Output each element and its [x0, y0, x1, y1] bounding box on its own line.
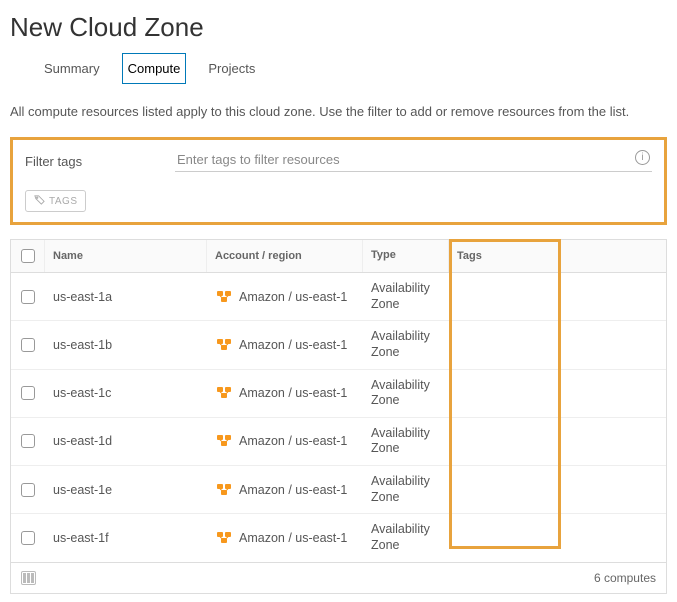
aws-icon: [215, 338, 233, 352]
cell-tags: [449, 466, 559, 513]
cell-type: Availability Zone: [363, 514, 449, 561]
tags-button[interactable]: TAGS: [25, 190, 86, 212]
tabs: Summary Compute Projects: [8, 57, 669, 80]
cell-name: us-east-1b: [45, 321, 207, 368]
cell-account: Amazon / us-east-1: [239, 483, 347, 497]
info-icon[interactable]: i: [635, 150, 650, 165]
cell-tags: [449, 273, 559, 320]
table-row[interactable]: us-east-1a Amazon / us-east-1 Availability…: [11, 273, 666, 321]
table-header: Name Account / region Type Tags: [11, 240, 666, 273]
cell-type: Availability Zone: [363, 466, 449, 513]
cell-account: Amazon / us-east-1: [239, 338, 347, 352]
column-header-tags[interactable]: Tags: [449, 240, 559, 272]
aws-icon: [215, 434, 233, 448]
aws-icon: [215, 531, 233, 545]
table-row[interactable]: us-east-1f Amazon / us-east-1 Availability…: [11, 514, 666, 562]
tab-summary[interactable]: Summary: [42, 57, 102, 80]
filter-panel: Filter tags i TAGS: [10, 137, 667, 225]
row-checkbox[interactable]: [21, 386, 35, 400]
cell-name: us-east-1e: [45, 466, 207, 513]
filter-tags-input[interactable]: [175, 150, 652, 171]
row-checkbox[interactable]: [21, 434, 35, 448]
aws-icon: [215, 386, 233, 400]
cell-type: Availability Zone: [363, 418, 449, 465]
description-text: All compute resources listed apply to th…: [10, 104, 669, 119]
cell-name: us-east-1c: [45, 370, 207, 417]
cell-account: Amazon / us-east-1: [239, 434, 347, 448]
cell-tags: [449, 370, 559, 417]
filter-label: Filter tags: [25, 154, 175, 169]
footer-count: 6 computes: [594, 571, 656, 585]
aws-icon: [215, 290, 233, 304]
row-checkbox[interactable]: [21, 290, 35, 304]
cell-type: Availability Zone: [363, 273, 449, 320]
tab-projects[interactable]: Projects: [206, 57, 257, 80]
table-footer: 6 computes: [11, 563, 666, 593]
cell-tags: [449, 514, 559, 561]
cell-type: Availability Zone: [363, 321, 449, 368]
column-header-account[interactable]: Account / region: [207, 240, 363, 272]
select-all-checkbox[interactable]: [21, 249, 35, 263]
tags-button-label: TAGS: [49, 196, 77, 207]
compute-table: Name Account / region Type Tags us-east-…: [10, 239, 667, 594]
column-header-name[interactable]: Name: [45, 240, 207, 272]
row-checkbox[interactable]: [21, 531, 35, 545]
cell-account: Amazon / us-east-1: [239, 531, 347, 545]
cell-account: Amazon / us-east-1: [239, 290, 347, 304]
table-row[interactable]: us-east-1b Amazon / us-east-1 Availability…: [11, 321, 666, 369]
cell-name: us-east-1f: [45, 514, 207, 561]
cell-type: Availability Zone: [363, 370, 449, 417]
row-checkbox[interactable]: [21, 483, 35, 497]
cell-name: us-east-1a: [45, 273, 207, 320]
tag-icon: [34, 194, 45, 208]
tab-compute[interactable]: Compute: [126, 57, 183, 80]
cell-account: Amazon / us-east-1: [239, 386, 347, 400]
cell-name: us-east-1d: [45, 418, 207, 465]
table-row[interactable]: us-east-1e Amazon / us-east-1 Availability…: [11, 466, 666, 514]
column-header-type[interactable]: Type: [363, 240, 449, 272]
page-title: New Cloud Zone: [10, 12, 669, 43]
column-picker-button[interactable]: [21, 571, 36, 585]
table-row[interactable]: us-east-1c Amazon / us-east-1 Availability…: [11, 370, 666, 418]
row-checkbox[interactable]: [21, 338, 35, 352]
table-row[interactable]: us-east-1d Amazon / us-east-1 Availability…: [11, 418, 666, 466]
aws-icon: [215, 483, 233, 497]
cell-tags: [449, 418, 559, 465]
cell-tags: [449, 321, 559, 368]
